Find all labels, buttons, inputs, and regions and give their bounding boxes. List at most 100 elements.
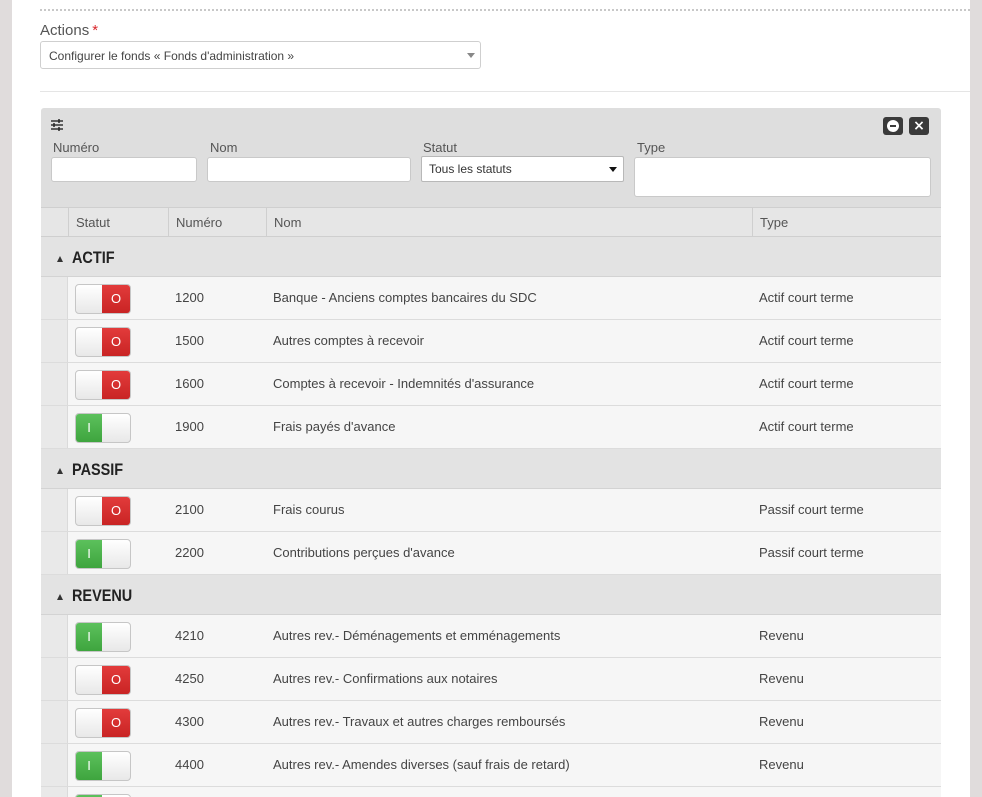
account-name: Autres rev.- Travaux et autres charges r… (273, 714, 566, 729)
actions-select-value: Configurer le fonds « Fonds d'administra… (49, 49, 295, 63)
actions-label: Actions * (40, 22, 98, 39)
account-number: 2200 (175, 545, 204, 560)
account-name: Contributions perçues d'avance (273, 545, 455, 560)
chevron-down-icon (609, 167, 617, 172)
status-toggle[interactable]: O (75, 708, 131, 738)
table-row[interactable]: O 4250 Autres rev.- Confirmations aux nota… (41, 658, 941, 701)
toggle-knob: O (102, 285, 130, 313)
status-toggle[interactable]: I (75, 539, 131, 569)
table-row[interactable]: I 1900 Frais payés d'avance Actif court ter… (41, 406, 941, 449)
collapse-button[interactable] (883, 117, 903, 135)
account-number: 1200 (175, 290, 204, 305)
account-number: 4210 (175, 628, 204, 643)
row-selector[interactable] (41, 658, 68, 700)
table-row[interactable]: I 2200 Contributions perçues d'avance Passi… (41, 532, 941, 575)
toggle-knob: I (76, 414, 102, 442)
actions-label-text: Actions (40, 22, 90, 39)
column-header-numero[interactable]: Numéro (168, 208, 266, 237)
account-type: Actif court terme (759, 376, 854, 391)
status-toggle[interactable]: O (75, 665, 131, 695)
table-header: Statut Numéro Nom Type (41, 207, 941, 237)
toggle-knob: I (76, 752, 102, 780)
accounts-grid: × Numéro Nom Statut Tous les statuts Typ… (41, 108, 941, 797)
collapse-triangle-icon[interactable] (57, 256, 63, 262)
group-header[interactable]: PASSIF (41, 449, 941, 489)
statut-filter-value: Tous les statuts (429, 162, 512, 176)
account-type: Revenu (759, 671, 804, 686)
account-number: 4400 (175, 757, 204, 772)
account-name: Frais courus (273, 502, 345, 517)
status-toggle[interactable]: O (75, 284, 131, 314)
group-header[interactable]: ACTIF (41, 237, 941, 277)
row-selector[interactable] (41, 615, 68, 657)
chevron-down-icon (467, 53, 475, 58)
column-header-statut[interactable]: Statut (68, 208, 169, 237)
account-type: Revenu (759, 714, 804, 729)
account-name: Autres rev.- Confirmations aux notaires (273, 671, 498, 686)
row-selector[interactable] (41, 744, 68, 786)
type-filter-label: Type (637, 140, 666, 155)
filter-settings-icon[interactable] (50, 118, 64, 132)
table-row[interactable]: O 1600 Comptes à recevoir - Indemnités d'a… (41, 363, 941, 406)
table-row[interactable]: O 2100 Frais courus Passif court terme (41, 489, 941, 532)
actions-select[interactable]: Configurer le fonds « Fonds d'administra… (40, 41, 481, 69)
row-selector[interactable] (41, 363, 68, 405)
account-type: Actif court terme (759, 290, 854, 305)
group-title: ACTIF (72, 248, 115, 267)
account-number: 1900 (175, 419, 204, 434)
collapse-triangle-icon[interactable] (57, 468, 63, 474)
account-type: Passif court terme (759, 545, 864, 560)
account-name: Autres rev.- Déménagements et emménageme… (273, 628, 561, 643)
section-divider (40, 91, 970, 92)
account-number: 4300 (175, 714, 204, 729)
table-row[interactable]: I (41, 787, 941, 797)
account-name: Frais payés d'avance (273, 419, 396, 434)
row-selector[interactable] (41, 701, 68, 743)
numero-filter-input[interactable] (51, 157, 197, 182)
account-name: Autres comptes à recevoir (273, 333, 425, 348)
row-selector[interactable] (41, 489, 68, 531)
status-toggle[interactable]: O (75, 370, 131, 400)
table-row[interactable]: O 1500 Autres comptes à recevoir Actif cour… (41, 320, 941, 363)
group-title: PASSIF (72, 460, 124, 479)
account-type: Passif court terme (759, 502, 864, 517)
status-toggle[interactable]: I (75, 622, 131, 652)
close-button[interactable]: × (909, 117, 929, 135)
column-header-type[interactable]: Type (752, 208, 941, 237)
required-mark: * (92, 22, 99, 39)
account-name: Autres rev.- Amendes diverses (sauf frai… (273, 757, 570, 772)
row-selector[interactable] (41, 320, 68, 362)
row-selector[interactable] (41, 277, 68, 319)
account-name: Comptes à recevoir - Indemnités d'assura… (273, 376, 535, 391)
numero-filter-label: Numéro (53, 140, 100, 155)
collapse-triangle-icon[interactable] (57, 594, 63, 600)
row-selector[interactable] (41, 787, 68, 797)
account-type: Actif court terme (759, 419, 854, 434)
toggle-knob: O (102, 666, 130, 694)
statut-filter-select[interactable]: Tous les statuts (421, 156, 624, 182)
nom-filter-input[interactable] (207, 157, 411, 182)
status-toggle[interactable]: I (75, 751, 131, 781)
table-row[interactable]: O 4300 Autres rev.- Travaux et autres char… (41, 701, 941, 744)
type-filter-input[interactable] (634, 157, 931, 197)
status-toggle[interactable]: I (75, 413, 131, 443)
account-type: Revenu (759, 628, 804, 643)
close-icon: × (913, 118, 925, 134)
status-toggle[interactable]: O (75, 496, 131, 526)
row-selector[interactable] (41, 532, 68, 574)
statut-filter-label: Statut (423, 140, 457, 155)
table-row[interactable]: I 4400 Autres rev.- Amendes diverses (sauf… (41, 744, 941, 787)
toggle-knob: O (102, 328, 130, 356)
minus-circle-icon (887, 120, 899, 132)
account-number: 2100 (175, 502, 204, 517)
toggle-knob: O (102, 371, 130, 399)
status-toggle[interactable]: O (75, 327, 131, 357)
toggle-knob: O (102, 709, 130, 737)
table-row[interactable]: O 1200 Banque - Anciens comptes bancaires … (41, 277, 941, 320)
account-number: 1600 (175, 376, 204, 391)
column-header-nom[interactable]: Nom (266, 208, 753, 237)
group-title: REVENU (72, 586, 133, 605)
row-selector[interactable] (41, 406, 68, 448)
group-header[interactable]: REVENU (41, 575, 941, 615)
table-row[interactable]: I 4210 Autres rev.- Déménagements et emmén… (41, 615, 941, 658)
